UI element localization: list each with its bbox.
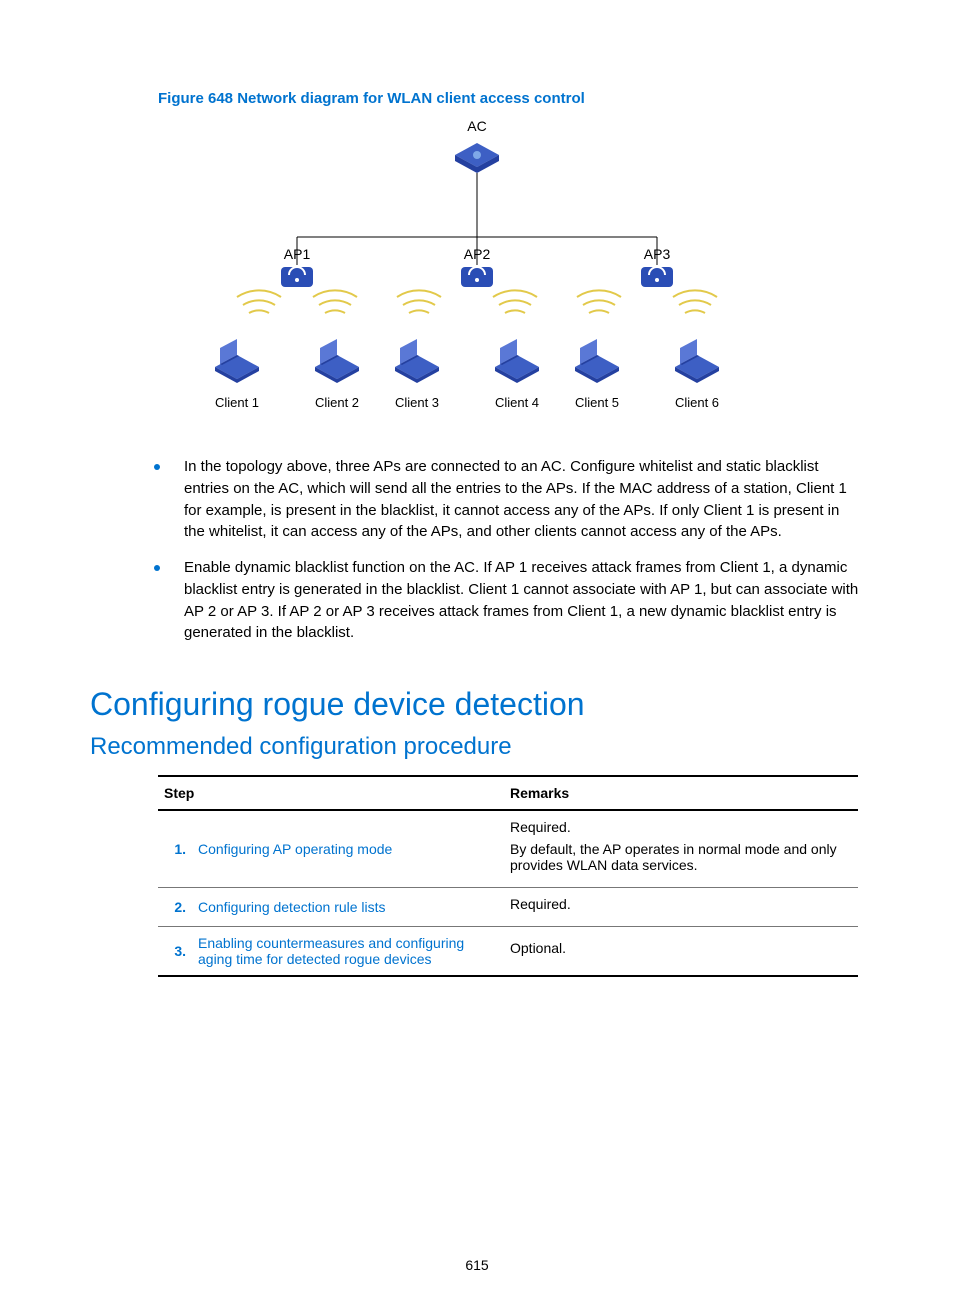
- network-diagram: AC AP1 AP2 AP3: [90, 117, 864, 432]
- step-number: 1.: [158, 810, 192, 888]
- th-step: Step: [158, 776, 504, 810]
- heading-2: Recommended configuration procedure: [90, 733, 864, 761]
- bullet-icon: [154, 464, 160, 470]
- step-link[interactable]: Configuring detection rule lists: [198, 899, 386, 915]
- bullet-text: Enable dynamic blacklist function on the…: [184, 559, 858, 641]
- table-row: 1. Configuring AP operating mode Require…: [158, 810, 858, 888]
- table-row: 3. Enabling countermeasures and configur…: [158, 927, 858, 977]
- step-remarks: Required. By default, the AP operates in…: [504, 810, 858, 888]
- step-number: 3.: [158, 927, 192, 977]
- heading-1: Configuring rogue device detection: [90, 686, 864, 723]
- label-c1: Client 1: [215, 395, 259, 410]
- bullet-item: In the topology above, three APs are con…: [154, 456, 864, 557]
- step-link[interactable]: Enabling countermeasures and configuring…: [198, 935, 464, 967]
- label-c4: Client 4: [495, 395, 539, 410]
- bullet-item: Enable dynamic blacklist function on the…: [154, 557, 864, 658]
- figure-caption: Figure 648 Network diagram for WLAN clie…: [158, 90, 864, 107]
- label-c5: Client 5: [575, 395, 619, 410]
- label-ap3: AP3: [644, 246, 671, 262]
- page-number: 615: [90, 1257, 864, 1273]
- step-remarks: Required.: [504, 888, 858, 927]
- label-ac: AC: [467, 118, 486, 134]
- label-c6: Client 6: [675, 395, 719, 410]
- bullet-list: In the topology above, three APs are con…: [90, 456, 864, 658]
- procedure-table: Step Remarks 1. Configuring AP operating…: [158, 775, 858, 977]
- th-remarks: Remarks: [504, 776, 858, 810]
- table-row: 2. Configuring detection rule lists Requ…: [158, 888, 858, 927]
- bullet-text: In the topology above, three APs are con…: [184, 458, 847, 540]
- bullet-icon: [154, 565, 160, 571]
- label-c2: Client 2: [315, 395, 359, 410]
- step-link[interactable]: Configuring AP operating mode: [198, 841, 392, 857]
- step-remarks: Optional.: [504, 927, 858, 977]
- label-c3: Client 3: [395, 395, 439, 410]
- step-number: 2.: [158, 888, 192, 927]
- label-ap2: AP2: [464, 246, 491, 262]
- label-ap1: AP1: [284, 246, 311, 262]
